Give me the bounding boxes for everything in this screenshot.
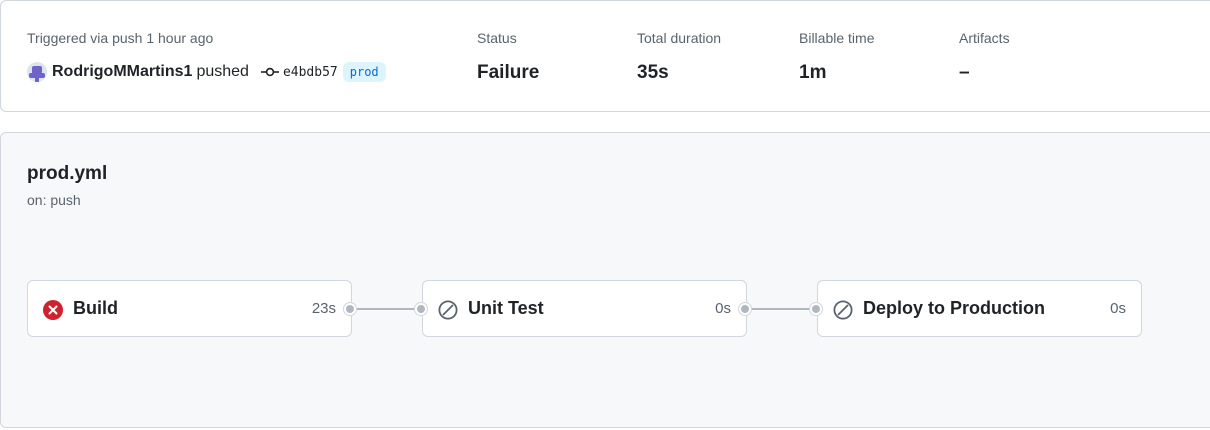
commit-sha: e4bdb57: [282, 64, 338, 80]
actor-link[interactable]: RodrigoMMartins1: [52, 63, 192, 81]
status-label: Status: [477, 30, 517, 46]
workflow-file[interactable]: prod.yml: [27, 163, 107, 185]
branch-label[interactable]: prod: [342, 62, 386, 82]
skip-icon: [438, 300, 458, 320]
workflow-graph: prod.yml on: push Build 23s Unit Test 0s…: [0, 132, 1210, 428]
duration-stat: Total duration 35s: [637, 29, 721, 85]
avatar[interactable]: [27, 62, 47, 82]
x-circle-fill-icon: [43, 300, 63, 320]
job-input-handle: [415, 303, 427, 315]
push-info: RodrigoMMartins1 pushed e4bdb57 prod: [27, 60, 386, 84]
billable-value[interactable]: 1m: [799, 61, 874, 85]
job-duration: 0s: [715, 300, 731, 317]
job-deploy-to-production[interactable]: Deploy to Production 0s: [817, 280, 1142, 337]
git-commit-icon: [260, 67, 279, 77]
job-name: Build: [73, 298, 118, 318]
job-output-handle: [739, 303, 751, 315]
job-connector: [357, 308, 417, 310]
skip-icon: [833, 300, 853, 320]
artifacts-stat: Artifacts –: [959, 29, 1010, 85]
job-name: Unit Test: [468, 298, 544, 318]
job-name: Deploy to Production: [863, 298, 1045, 318]
action-text: pushed: [196, 63, 249, 80]
job-duration: 23s: [311, 300, 336, 317]
artifacts-value: –: [959, 62, 970, 83]
job-input-handle: [810, 303, 822, 315]
trigger-label: Triggered via push 1 hour ago: [27, 30, 214, 46]
status-stat: Status Failure: [477, 29, 539, 85]
duration-label: Total duration: [637, 30, 722, 46]
duration-value: 35s: [637, 62, 669, 83]
commit-link[interactable]: e4bdb57: [260, 64, 338, 80]
status-value: Failure: [477, 62, 540, 83]
run-summary: Triggered via push 1 hour ago RodrigoMMa…: [0, 0, 1210, 112]
artifacts-label: Artifacts: [959, 30, 1010, 46]
trigger-info: Triggered via push 1 hour ago RodrigoMMa…: [27, 29, 386, 84]
billable-stat: Billable time 1m: [799, 29, 874, 85]
billable-label: Billable time: [799, 30, 875, 46]
workflow-trigger: on: push: [27, 192, 81, 208]
job-duration: 0s: [1110, 300, 1126, 317]
job-connector: [752, 308, 812, 310]
job-build[interactable]: Build 23s: [27, 280, 352, 337]
job-unit-test[interactable]: Unit Test 0s: [422, 280, 747, 337]
job-output-handle: [344, 303, 356, 315]
